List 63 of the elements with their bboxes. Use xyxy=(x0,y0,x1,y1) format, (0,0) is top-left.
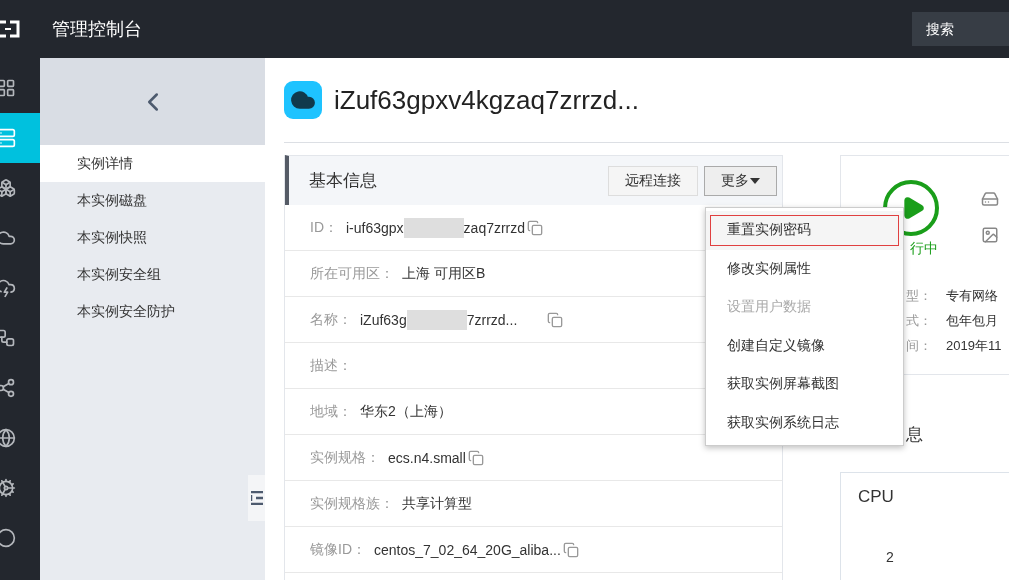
cloud-bolt-icon xyxy=(0,278,16,298)
sidebar-item[interactable]: 本实例快照 xyxy=(40,219,265,256)
settings-icon xyxy=(0,478,16,498)
status-text: 行中 xyxy=(910,240,938,258)
collapse-handle[interactable] xyxy=(248,475,265,521)
info-value: 2019年11 xyxy=(946,336,1002,355)
section-title: 息 xyxy=(906,423,923,446)
redaction-blur xyxy=(403,217,464,238)
redaction-blur xyxy=(406,309,467,330)
field-label: ID： xyxy=(310,218,338,237)
field-value: centos_7_02_64_20G_aliba... xyxy=(374,541,561,558)
field-label: 名称： xyxy=(310,310,352,329)
remote-connect-button[interactable]: 远程连接 xyxy=(608,165,698,196)
field-value: i-uf63gpx xyxy=(346,219,404,236)
info-value: 包年包月 xyxy=(946,311,998,330)
field-value: ecs.n4.small xyxy=(388,449,466,466)
server-icon xyxy=(0,128,16,148)
info-label: 间： xyxy=(905,336,932,355)
instance-title: iZuf63gpxv4kgzaq7zrrzd... xyxy=(334,84,639,116)
search-field[interactable]: 搜索 xyxy=(912,12,1009,46)
console-title: 管理控制台 xyxy=(52,18,143,41)
field-value: zaq7zrrzd xyxy=(463,219,526,236)
menu-item[interactable]: 获取实例屏幕截图 xyxy=(706,365,903,404)
info-value: 专有网络 xyxy=(946,286,998,305)
field-value: iZuf63g xyxy=(360,311,407,328)
field-label: 描述： xyxy=(310,356,352,375)
card-value: 2 xyxy=(886,549,895,565)
copy-icon[interactable] xyxy=(527,219,544,236)
field-label: 镜像ID： xyxy=(310,540,366,559)
sidebar-item[interactable]: 本实例安全防护 xyxy=(40,293,265,330)
menu-item[interactable]: 获取实例系统日志 xyxy=(706,403,903,442)
sidebar-item[interactable]: 本实例安全组 xyxy=(40,256,265,293)
info-label: 式： xyxy=(905,311,932,330)
globe-icon xyxy=(0,428,16,448)
field-label: 所在可用区： xyxy=(310,264,394,283)
field-value: 上海 可用区B xyxy=(402,264,486,283)
copy-icon[interactable] xyxy=(562,541,579,558)
logo-icon xyxy=(0,20,20,38)
panel-title: 基本信息 xyxy=(309,170,378,192)
field-value: 华东2（上海） xyxy=(360,402,452,421)
card-label: CPU xyxy=(858,487,895,507)
field-value: 7zrrzd... xyxy=(466,311,518,328)
grid-icon xyxy=(0,78,16,98)
list-icon xyxy=(250,491,263,505)
field-value: 共享计算型 xyxy=(402,494,472,513)
menu-item[interactable]: 重置实例密码 xyxy=(706,211,903,250)
field-label: 地域： xyxy=(310,402,352,421)
sidebar-item[interactable]: 本实例磁盘 xyxy=(40,182,265,219)
more-button[interactable]: 更多 xyxy=(704,165,777,196)
field-label: 实例规格族： xyxy=(310,494,394,513)
network-icon xyxy=(0,328,16,348)
image-icon[interactable] xyxy=(981,226,999,244)
menu-item[interactable]: 修改实例属性 xyxy=(706,249,903,288)
boxes-icon xyxy=(0,178,16,198)
sidebar-item[interactable]: 实例详情 xyxy=(40,145,265,182)
field-label: 实例规格： xyxy=(310,448,380,467)
copy-icon[interactable] xyxy=(547,311,564,328)
info-label: 型： xyxy=(905,286,932,305)
share-icon xyxy=(0,378,16,398)
copy-icon[interactable] xyxy=(467,449,484,466)
caret-icon xyxy=(750,177,760,184)
cloud-icon xyxy=(0,228,16,248)
menu-item[interactable]: 创建自定义镜像 xyxy=(706,326,903,365)
